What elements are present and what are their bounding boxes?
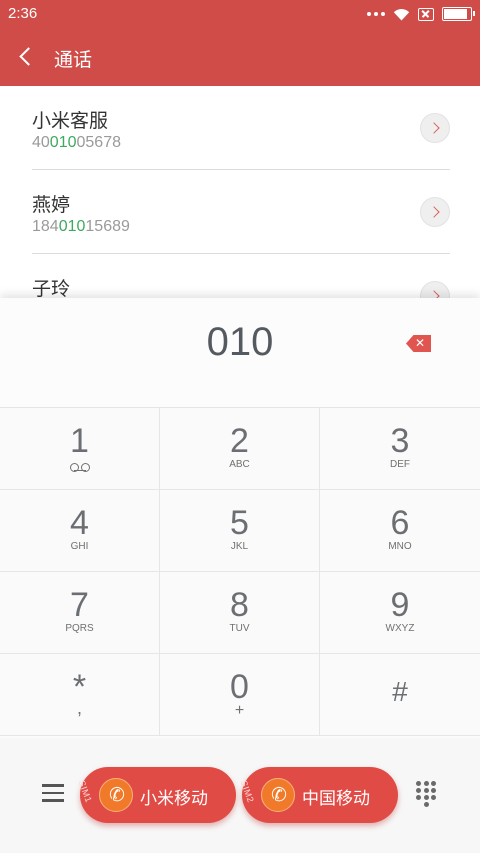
carrier-label: 中国移动 xyxy=(302,789,370,809)
key-digit: 5 xyxy=(230,504,249,542)
call-sim1-button[interactable]: SIM1 ✆ 小米移动 xyxy=(76,767,236,823)
key-8[interactable]: 8 TUV xyxy=(160,572,320,654)
key-digit: 1 xyxy=(70,422,89,460)
contact-item[interactable]: 燕婷 18401015689 xyxy=(32,170,450,254)
status-time: 2:36 xyxy=(8,5,38,22)
contact-number: 18401015689 xyxy=(32,218,130,235)
contact-item[interactable]: 小米客服 4001005678 xyxy=(32,86,450,170)
key-letters: WXYZ xyxy=(385,623,415,634)
number-display: 010 ✕ xyxy=(0,298,480,408)
contact-name: 子玲 xyxy=(32,278,71,300)
key-letters: JKL xyxy=(230,541,249,552)
carrier-label: 小米移动 xyxy=(140,789,208,809)
sim-tag: SIM1 xyxy=(76,779,94,805)
key-4[interactable]: 4 GHI xyxy=(0,490,160,572)
sim-tag: SIM2 xyxy=(238,779,256,805)
more-dots-icon xyxy=(367,12,385,16)
key-letters: DEF xyxy=(390,459,410,470)
voicemail-icon xyxy=(70,463,90,472)
match-highlight: 010 xyxy=(58,218,86,235)
key-9[interactable]: 9 WXYZ xyxy=(320,572,480,654)
key-digit: 2 xyxy=(230,422,249,460)
key-letters: TUV xyxy=(229,623,250,634)
match-highlight: 010 xyxy=(49,134,77,151)
key-letters: GHI xyxy=(70,541,89,552)
no-sim-icon xyxy=(418,7,434,21)
key-star[interactable]: * , xyxy=(0,654,160,736)
key-digit: 9 xyxy=(390,586,410,624)
key-6[interactable]: 6 MNO xyxy=(320,490,480,572)
key-3[interactable]: 3 DEF xyxy=(320,408,480,490)
phone-icon: ✆ xyxy=(99,778,133,812)
key-hash[interactable]: # xyxy=(320,654,480,736)
chevron-right-icon[interactable] xyxy=(420,197,450,227)
wifi-icon xyxy=(393,8,410,20)
title-bar: 通话 xyxy=(0,28,480,86)
key-letters: PQRS xyxy=(65,623,94,634)
contact-number: 4001005678 xyxy=(32,134,121,151)
key-letters: ABC xyxy=(229,459,250,470)
key-digit: 6 xyxy=(390,504,410,542)
key-digit: 3 xyxy=(390,422,410,460)
key-7[interactable]: 7 PQRS xyxy=(0,572,160,654)
chevron-right-icon[interactable] xyxy=(420,113,450,143)
key-1[interactable]: 1 xyxy=(0,408,160,490)
status-icons xyxy=(367,5,475,23)
key-0[interactable]: 0 + xyxy=(160,654,320,736)
backspace-icon[interactable]: ✕ xyxy=(406,335,431,352)
key-letters: + xyxy=(234,702,245,719)
battery-icon xyxy=(442,7,475,21)
key-digit: 4 xyxy=(70,504,89,542)
key-digit: 7 xyxy=(70,586,89,624)
key-digit: # xyxy=(392,676,408,707)
call-sim2-button[interactable]: SIM2 ✆ 中国移动 xyxy=(238,767,398,823)
keypad: 1 2 ABC 3 DEF 4 GHI 5 JKL 6 MNO 7 PQRS 8 xyxy=(0,408,480,738)
back-arrow-icon[interactable] xyxy=(14,42,42,70)
page-title: 通话 xyxy=(54,49,93,71)
key-letters: MNO xyxy=(388,541,412,552)
phone-icon: ✆ xyxy=(261,778,295,812)
contact-name: 小米客服 xyxy=(32,110,109,132)
dialpad-grid-icon[interactable] xyxy=(416,781,436,807)
contact-item[interactable]: 子玲 xyxy=(32,254,450,300)
key-5[interactable]: 5 JKL xyxy=(160,490,320,572)
action-bar: SIM1 ✆ 小米移动 SIM2 ✆ 中国移动 xyxy=(0,738,480,853)
key-digit: 8 xyxy=(230,586,249,624)
key-letters: , xyxy=(76,698,82,718)
hamburger-menu-icon[interactable] xyxy=(42,784,64,802)
status-bar: 2:36 xyxy=(0,0,480,28)
dial-panel: 010 ✕ 1 2 ABC 3 DEF 4 GHI 5 JKL 6 MNO 7 … xyxy=(0,298,480,853)
contact-results: 小米客服 4001005678 燕婷 18401015689 子玲 xyxy=(0,86,480,300)
contact-name: 燕婷 xyxy=(32,194,71,216)
key-2[interactable]: 2 ABC xyxy=(160,408,320,490)
